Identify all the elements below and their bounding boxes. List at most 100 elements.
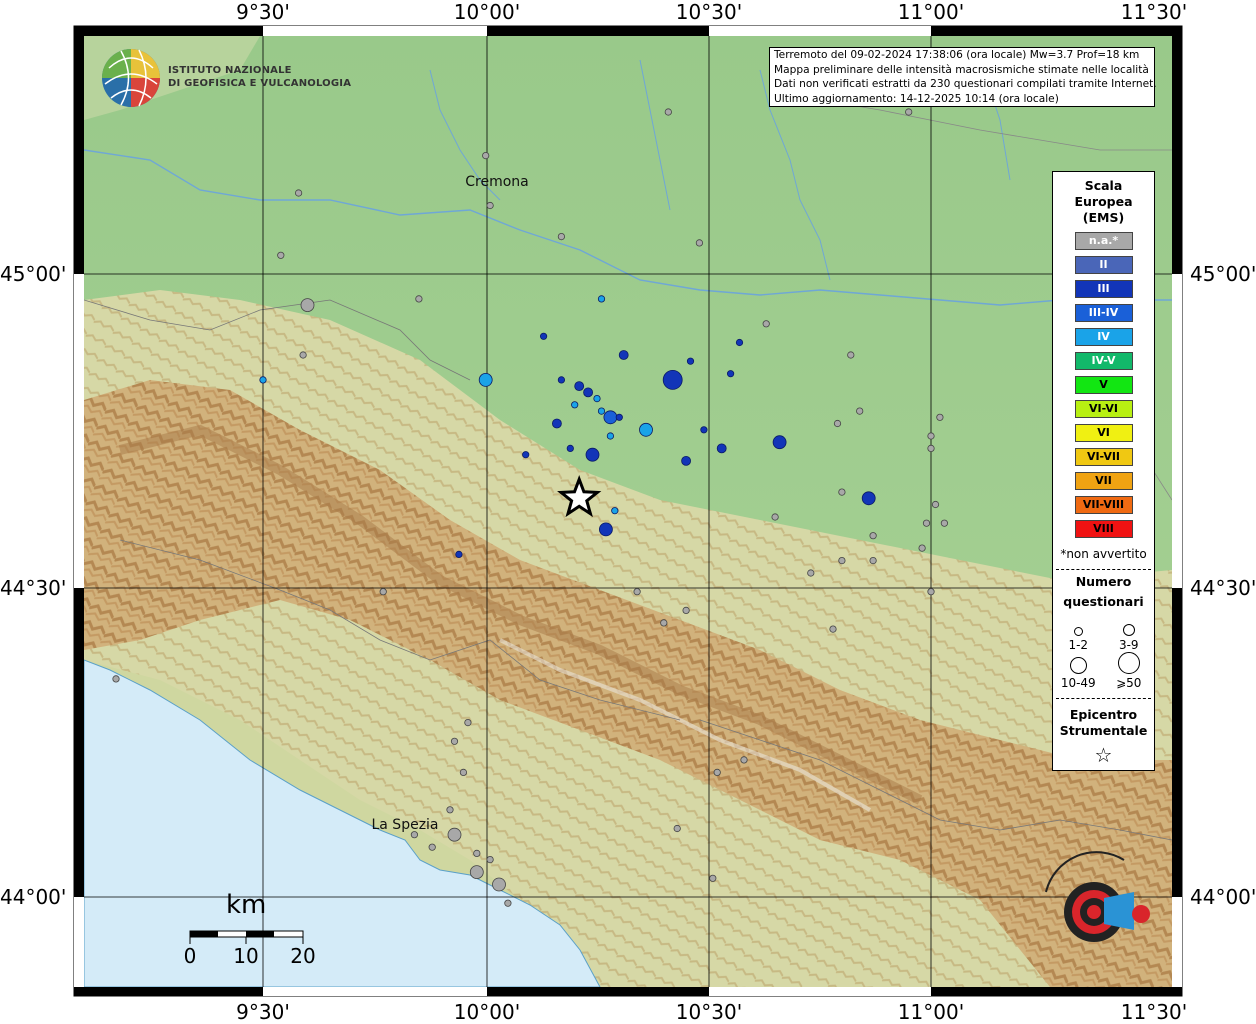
legend-count-classes: 1-2 3-9 10-49 ⩾50 <box>1053 614 1154 690</box>
observation-point <box>716 443 727 454</box>
observation-point <box>660 619 668 627</box>
observation-point <box>557 376 566 384</box>
observation-point <box>557 233 566 241</box>
lon-label-top-3: 10°30' <box>675 0 743 24</box>
observation-point <box>583 387 593 398</box>
observation-point <box>940 519 949 527</box>
info-line-3: Dati non verificati estratti da 230 ques… <box>774 78 1157 90</box>
observation-point <box>597 407 606 415</box>
info-line-4: Ultimo aggiornamento: 14-12-2025 10:14 (… <box>774 92 1059 105</box>
info-line-1: Terremoto del 09-02-2024 17:38:06 (ora l… <box>774 49 1140 61</box>
observation-point <box>486 855 494 864</box>
observation-point <box>686 357 695 365</box>
lat-label-left-3: 44°00' <box>0 885 67 909</box>
legend-separator <box>1056 569 1151 570</box>
observation-point <box>695 239 704 247</box>
logo-line-1: ISTITUTO NAZIONALE <box>168 65 292 76</box>
legend-separator-2 <box>1056 698 1151 699</box>
observation-point <box>459 768 467 777</box>
observation-point <box>807 569 815 577</box>
city-label-la-spezia: La Spezia <box>371 817 439 833</box>
legend-epicenter-title: Epicentro Strumentale <box>1053 707 1154 739</box>
observation-point <box>597 295 606 303</box>
legend-class-7: VI-VI <box>1074 400 1133 418</box>
lon-label-bottom-5: 11°30' <box>1120 1000 1188 1024</box>
observation-point <box>771 513 779 521</box>
observation-point <box>571 401 579 409</box>
observation-point <box>473 849 481 858</box>
count-class-4: ⩾50 <box>1104 652 1155 690</box>
lat-label-right-2: 44°30' <box>1190 576 1256 600</box>
observation-point <box>611 507 619 515</box>
legend-class-11: VII-VIII <box>1074 496 1133 514</box>
ingv-logo-text: ISTITUTO NAZIONALE DI GEOFISICA E VULCAN… <box>168 64 351 90</box>
observation-point <box>856 407 864 415</box>
legend-class-0: n.a.* <box>1074 232 1133 250</box>
observation-point <box>469 865 484 879</box>
observation-point <box>618 350 629 360</box>
info-line-2: Mappa preliminare delle intensità macros… <box>774 63 1149 76</box>
legend-class-2: III <box>1074 280 1133 298</box>
observation-point <box>927 444 935 452</box>
legend-class-4: IV <box>1074 328 1133 346</box>
lon-label-top-4: 11°00' <box>897 0 965 24</box>
scale-label-10: 10 <box>233 944 259 968</box>
lat-label-left-2: 44°30' <box>0 576 67 600</box>
lon-label-bottom-4: 11°00' <box>897 1000 965 1024</box>
observation-point <box>379 588 387 596</box>
observation-point <box>905 108 913 116</box>
scale-label-0: 0 <box>183 944 197 968</box>
observation-point <box>633 588 641 596</box>
lat-label-left-1: 45°00' <box>0 262 67 286</box>
observation-point <box>682 606 690 615</box>
observation-point <box>464 718 472 727</box>
epicenter-title-line-1: Epicentro <box>1069 707 1138 722</box>
observation-point <box>927 588 935 596</box>
observation-point <box>681 455 691 466</box>
observation-point <box>447 827 462 842</box>
legend-note: *non avvertito <box>1060 547 1147 561</box>
observation-point <box>922 519 931 527</box>
lon-label-top-1: 9°30' <box>236 0 290 24</box>
logo-line-2: DI GEOFISICA E VULCANOLOGIA <box>168 78 352 89</box>
observation-point <box>829 625 837 633</box>
lat-label-right-1: 45°00' <box>1190 262 1256 286</box>
observation-point <box>833 419 842 428</box>
observation-point <box>615 413 623 421</box>
legend-class-6: V <box>1074 376 1133 394</box>
legend-title-line-1: Scala <box>1084 178 1123 193</box>
lon-label-bottom-1: 9°30' <box>236 1000 290 1024</box>
ingv-logo-icon <box>102 49 160 107</box>
observation-point <box>762 320 770 328</box>
observation-point <box>112 675 120 683</box>
observation-point <box>504 899 512 907</box>
observation-point <box>869 532 877 540</box>
count-title-line-1: Numero <box>1075 574 1132 589</box>
observation-point <box>838 556 846 565</box>
observation-point <box>259 376 267 384</box>
observation-point <box>869 556 877 565</box>
observation-point <box>931 500 940 509</box>
legend-panel: Scala Europea (EMS) n.a.* II III III-IV IV IV… <box>1052 171 1155 771</box>
observation-point <box>585 447 600 462</box>
epicenter-title-line-2: Strumentale <box>1059 723 1148 738</box>
count-title-line-2: questionari <box>1063 594 1144 609</box>
observation-point <box>486 201 494 210</box>
lon-label-top-2: 10°00' <box>453 0 521 24</box>
observation-point <box>593 394 601 403</box>
legend-count-title: Numero questionari <box>1053 574 1154 610</box>
observation-point <box>673 824 681 833</box>
observation-point <box>300 298 315 313</box>
lat-label-right-3: 44°00' <box>1190 885 1256 909</box>
observation-point <box>492 877 506 892</box>
observation-point <box>599 522 613 537</box>
observation-point <box>927 432 935 440</box>
lon-label-top-5: 11°30' <box>1120 0 1188 24</box>
legend-class-9: VI-VII <box>1074 448 1133 466</box>
observation-point <box>740 756 748 764</box>
observation-point <box>772 435 787 450</box>
observation-point <box>294 189 303 197</box>
legend-class-8: VI <box>1074 424 1133 442</box>
lon-label-bottom-2: 10°00' <box>453 1000 521 1024</box>
observation-point <box>639 422 653 437</box>
